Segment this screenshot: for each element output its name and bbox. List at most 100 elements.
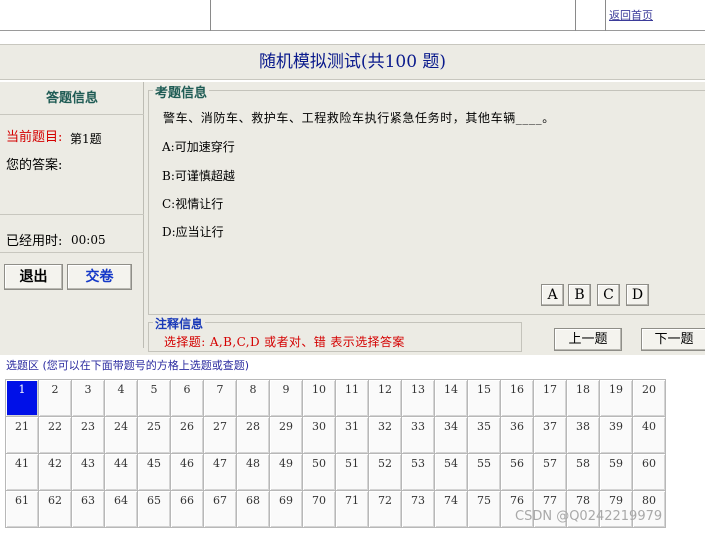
question-cell[interactable]: 46 [170, 453, 204, 491]
question-cell[interactable]: 20 [632, 379, 666, 417]
question-cell[interactable]: 24 [104, 416, 138, 454]
question-cell[interactable]: 33 [401, 416, 435, 454]
current-question-label: 当前题目: [6, 130, 63, 145]
question-cell[interactable]: 52 [368, 453, 402, 491]
question-cell[interactable]: 40 [632, 416, 666, 454]
question-cell[interactable]: 31 [335, 416, 369, 454]
question-cell[interactable]: 65 [137, 490, 171, 528]
home-link[interactable]: 返回首页 [609, 7, 653, 23]
question-cell[interactable]: 75 [467, 490, 501, 528]
question-cell[interactable]: 10 [302, 379, 336, 417]
question-cell[interactable]: 54 [434, 453, 468, 491]
question-grid-label: 选题区 (您可以在下面带题号的方格上选题或查题) [6, 359, 250, 372]
question-cell[interactable]: 35 [467, 416, 501, 454]
option-c: C:视情让行 [162, 197, 224, 211]
question-cell[interactable]: 22 [38, 416, 72, 454]
option-a: A:可加速穿行 [162, 140, 235, 154]
answer-panel-heading: 答题信息 [0, 85, 144, 115]
question-cell[interactable]: 27 [203, 416, 237, 454]
question-cell[interactable]: 18 [566, 379, 600, 417]
question-cell[interactable]: 53 [401, 453, 435, 491]
question-cell[interactable]: 61 [5, 490, 39, 528]
question-cell[interactable]: 39 [599, 416, 633, 454]
question-grid: 1 2 3 4 5 6 7 8 9 10 11 12 13 14 15 16 17 18 19 20 21 22 23 24 2… [5, 379, 705, 528]
question-cell[interactable]: 26 [170, 416, 204, 454]
submit-exam-button[interactable]: 交卷 [67, 264, 132, 290]
choice-a-button[interactable]: A [541, 284, 564, 306]
choice-d-button[interactable]: D [626, 284, 649, 306]
question-cell[interactable]: 62 [38, 490, 72, 528]
question-cell[interactable]: 43 [71, 453, 105, 491]
question-cell[interactable]: 47 [203, 453, 237, 491]
question-cell[interactable]: 2 [38, 379, 72, 417]
your-answer-label: 您的答案: [6, 158, 63, 173]
question-cell[interactable]: 48 [236, 453, 270, 491]
question-cell[interactable]: 67 [203, 490, 237, 528]
question-cell[interactable]: 1 [5, 379, 39, 417]
question-cell[interactable]: 66 [170, 490, 204, 528]
question-cell[interactable]: 69 [269, 490, 303, 528]
question-cell[interactable]: 56 [500, 453, 534, 491]
previous-question-button[interactable]: 上一题 [554, 328, 622, 351]
question-cell[interactable]: 57 [533, 453, 567, 491]
question-cell[interactable]: 42 [38, 453, 72, 491]
question-cell[interactable]: 55 [467, 453, 501, 491]
question-cell[interactable]: 45 [137, 453, 171, 491]
question-cell[interactable]: 50 [302, 453, 336, 491]
question-cell[interactable]: 37 [533, 416, 567, 454]
question-cell[interactable]: 64 [104, 490, 138, 528]
question-cell[interactable]: 15 [467, 379, 501, 417]
question-cell[interactable]: 28 [236, 416, 270, 454]
question-cell[interactable]: 29 [269, 416, 303, 454]
question-cell[interactable]: 13 [401, 379, 435, 417]
question-cell[interactable]: 6 [170, 379, 204, 417]
question-cell[interactable]: 44 [104, 453, 138, 491]
option-b: B:可谨慎超越 [162, 169, 235, 183]
choice-b-button[interactable]: B [568, 284, 591, 306]
question-cell[interactable]: 11 [335, 379, 369, 417]
note-legend: 注释信息 [153, 315, 206, 332]
question-cell[interactable]: 4 [104, 379, 138, 417]
question-cell[interactable]: 74 [434, 490, 468, 528]
question-cell[interactable]: 16 [500, 379, 534, 417]
question-cell[interactable]: 63 [71, 490, 105, 528]
question-cell[interactable]: 38 [566, 416, 600, 454]
question-cell[interactable]: 3 [71, 379, 105, 417]
grid-row: 1 2 3 4 5 6 7 8 9 10 11 12 13 14 15 16 17 18 19 20 [5, 379, 666, 417]
choice-c-button[interactable]: C [597, 284, 620, 306]
question-cell[interactable]: 60 [632, 453, 666, 491]
question-cell[interactable]: 34 [434, 416, 468, 454]
divider [0, 214, 144, 215]
question-cell[interactable]: 23 [71, 416, 105, 454]
question-cell[interactable]: 14 [434, 379, 468, 417]
question-cell[interactable]: 36 [500, 416, 534, 454]
question-cell[interactable]: 7 [203, 379, 237, 417]
question-cell[interactable]: 21 [5, 416, 39, 454]
question-cell[interactable]: 72 [368, 490, 402, 528]
current-question-value: 第1题 [70, 132, 102, 146]
question-cell[interactable]: 59 [599, 453, 633, 491]
exit-button[interactable]: 退出 [4, 264, 63, 290]
question-cell[interactable]: 5 [137, 379, 171, 417]
question-cell[interactable]: 32 [368, 416, 402, 454]
top-divider [210, 0, 211, 31]
question-cell[interactable]: 17 [533, 379, 567, 417]
question-cell[interactable]: 8 [236, 379, 270, 417]
question-cell[interactable]: 51 [335, 453, 369, 491]
question-cell[interactable]: 30 [302, 416, 336, 454]
question-cell[interactable]: 25 [137, 416, 171, 454]
question-cell[interactable]: 41 [5, 453, 39, 491]
next-question-button[interactable]: 下一题 [641, 328, 705, 351]
divider [0, 252, 144, 253]
question-cell[interactable]: 68 [236, 490, 270, 528]
question-cell[interactable]: 70 [302, 490, 336, 528]
question-cell[interactable]: 73 [401, 490, 435, 528]
question-cell[interactable]: 19 [599, 379, 633, 417]
top-divider [605, 0, 606, 31]
question-cell[interactable]: 71 [335, 490, 369, 528]
question-cell[interactable]: 49 [269, 453, 303, 491]
question-cell[interactable]: 12 [368, 379, 402, 417]
question-cell[interactable]: 9 [269, 379, 303, 417]
option-d: D:应当让行 [162, 225, 224, 239]
question-cell[interactable]: 58 [566, 453, 600, 491]
